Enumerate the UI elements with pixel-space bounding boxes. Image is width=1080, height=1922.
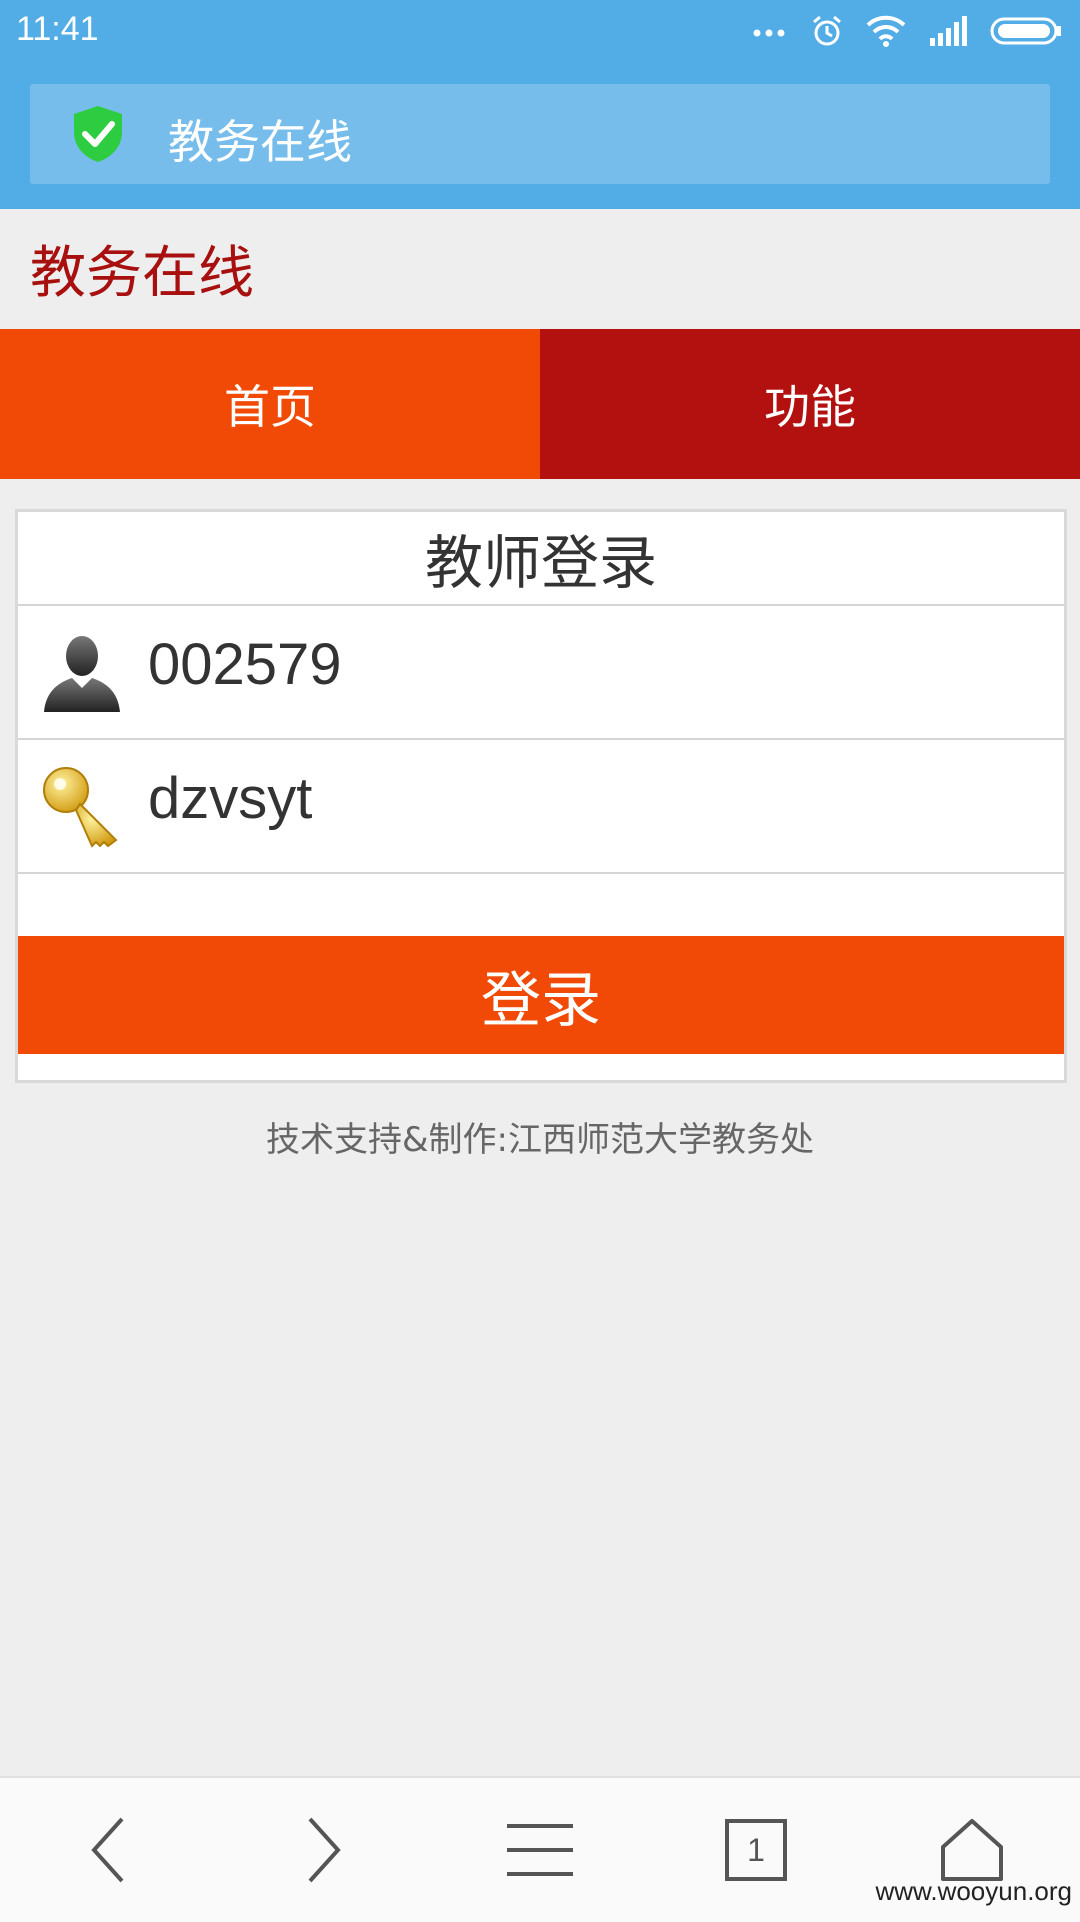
menu-button[interactable] xyxy=(480,1790,600,1910)
login-heading: 教师登录 xyxy=(18,512,1064,606)
address-bar[interactable]: 教务在线 xyxy=(30,84,1050,184)
username-field xyxy=(18,606,1064,740)
menu-icon xyxy=(507,1824,573,1876)
battery-icon xyxy=(990,17,1061,45)
alarm-icon xyxy=(813,15,841,46)
forward-icon xyxy=(308,1817,341,1883)
username-input[interactable] xyxy=(146,630,1030,699)
password-field xyxy=(18,740,1064,874)
watermark: www.wooyun.org xyxy=(875,1876,1072,1906)
status-time: 11:41 xyxy=(16,10,99,48)
login-panel: 教师登录 登录 xyxy=(15,509,1067,1083)
tab-functions[interactable]: 功能 xyxy=(540,329,1080,479)
signal-icon xyxy=(930,16,967,46)
site-title: 教务在线 xyxy=(30,241,254,306)
tab-home[interactable]: 首页 xyxy=(0,329,540,479)
browser-top-bar: 教务在线 xyxy=(0,62,1080,209)
address-bar-title: 教务在线 xyxy=(168,115,352,169)
tabs-button[interactable]: 1 xyxy=(696,1790,816,1910)
footer-credit: 技术支持&制作:江西师范大学教务处 xyxy=(266,1120,814,1160)
tabs-icon: 1 xyxy=(725,1819,787,1881)
status-bar: 11:41 xyxy=(0,0,1080,62)
back-icon xyxy=(91,1817,124,1883)
key-icon xyxy=(43,767,118,848)
nav-tabs: 首页 功能 xyxy=(0,329,1080,479)
status-icons xyxy=(752,10,1062,52)
password-input[interactable] xyxy=(146,764,1030,833)
shield-check-icon xyxy=(74,106,122,162)
more-dots-icon xyxy=(753,29,785,37)
login-button[interactable]: 登录 xyxy=(18,936,1064,1054)
wifi-icon xyxy=(866,15,906,47)
forward-button[interactable] xyxy=(264,1790,384,1910)
user-silhouette-icon xyxy=(44,636,120,712)
back-button[interactable] xyxy=(48,1790,168,1910)
home-icon xyxy=(941,1819,1003,1881)
tab-count: 1 xyxy=(747,1831,765,1868)
